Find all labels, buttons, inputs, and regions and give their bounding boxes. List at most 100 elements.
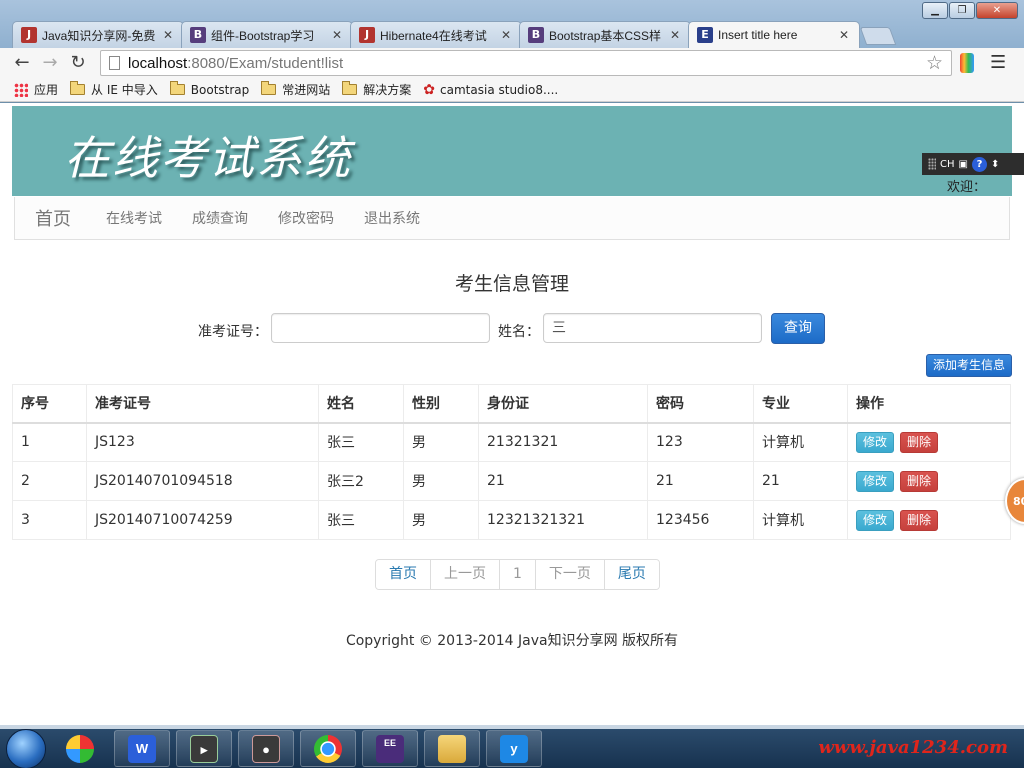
bookmark-label: 常进网站 xyxy=(282,83,331,97)
bootstrap-favicon-icon: B xyxy=(190,27,206,43)
tab-close-icon[interactable]: ✕ xyxy=(668,28,682,42)
tab-title: 组件-Bootstrap学习 xyxy=(211,28,315,43)
page-last[interactable]: 尾页 xyxy=(603,560,659,589)
drag-grip-icon[interactable] xyxy=(928,158,936,170)
exam-id-input[interactable] xyxy=(271,313,490,343)
taskbar-app[interactable]: ▸ xyxy=(176,730,232,767)
main-navbar: 首页 在线考试 成绩查询 修改密码 退出系统 xyxy=(14,197,1010,240)
edit-button[interactable]: 修改 xyxy=(856,431,894,453)
delete-button[interactable]: 删除 xyxy=(900,470,938,492)
tab-close-icon[interactable]: ✕ xyxy=(837,28,851,42)
cell-gender: 男 xyxy=(403,422,479,462)
folder-icon xyxy=(342,81,358,95)
student-table: 序号 准考证号 姓名 性别 身份证 密码 专业 操作 1 JS123 张三 男 … xyxy=(12,384,1011,540)
apps-grid-icon xyxy=(14,82,28,97)
taskbar-app[interactable] xyxy=(52,730,108,767)
tab-close-icon[interactable]: ✕ xyxy=(499,28,513,42)
bookmark-label: 从 IE 中导入 xyxy=(91,83,158,97)
browser-titlebar: ▁ ❐ ✕ J Java知识分享网-免费 ✕ B 组件-Bootstrap学习 … xyxy=(0,0,1024,48)
colorful-app-icon xyxy=(66,734,94,763)
address-bar[interactable]: localhost:8080/Exam/student!list ☆ xyxy=(100,50,952,76)
tab-close-icon[interactable]: ✕ xyxy=(161,28,175,42)
header-banner: 在线考试系统 欢迎： xyxy=(12,106,1012,196)
nav-home[interactable]: 首页 xyxy=(15,205,91,231)
cell-password: 123 xyxy=(647,422,754,462)
welcome-text: 欢迎： xyxy=(946,180,986,195)
delete-button[interactable]: 删除 xyxy=(900,509,938,531)
bookmark-label: camtasia studio8.... xyxy=(440,82,559,97)
minimize-button[interactable]: ▁ xyxy=(922,2,948,19)
tab-java-share[interactable]: J Java知识分享网-免费 ✕ xyxy=(12,21,184,48)
tab-bootstrap-components[interactable]: B 组件-Bootstrap学习 ✕ xyxy=(181,21,353,48)
tab-insert-title[interactable]: E Insert title here ✕ xyxy=(688,21,860,48)
cell-actions: 修改 删除 xyxy=(847,461,1011,501)
reload-icon[interactable]: ↻ xyxy=(64,51,92,75)
start-button-icon[interactable] xyxy=(6,728,46,768)
page-current[interactable]: 1 xyxy=(499,560,535,589)
add-student-button[interactable]: 添加考生信息 xyxy=(926,354,1012,377)
taskbar-app[interactable] xyxy=(424,730,480,767)
new-tab-button[interactable] xyxy=(859,27,897,45)
delete-button[interactable]: 删除 xyxy=(900,431,938,453)
close-window-button[interactable]: ✕ xyxy=(976,2,1018,19)
edit-button[interactable]: 修改 xyxy=(856,470,894,492)
explorer-folder-icon xyxy=(438,734,466,763)
bookmark-folder[interactable]: Bootstrap xyxy=(169,81,249,97)
name-input[interactable]: 三 xyxy=(543,313,762,343)
taskbar-app[interactable]: y xyxy=(486,730,542,767)
tab-hibernate[interactable]: J Hibernate4在线考试 ✕ xyxy=(350,21,522,48)
java-favicon-icon: J xyxy=(21,27,37,43)
col-gender: 性别 xyxy=(403,384,479,424)
help-icon[interactable]: ? xyxy=(971,156,987,172)
bookmark-folder[interactable]: 从 IE 中导入 xyxy=(70,81,158,98)
cell-password: 123456 xyxy=(647,500,754,540)
browser-toolbar: ← → ↻ localhost:8080/Exam/student!list ☆… xyxy=(0,48,1024,78)
cell-major: 21 xyxy=(753,461,848,501)
page-prev[interactable]: 上一页 xyxy=(430,560,499,589)
extension-icon[interactable] xyxy=(960,53,974,73)
cell-actions: 修改 删除 xyxy=(847,500,1011,540)
taskbar-app[interactable]: EE xyxy=(362,730,418,767)
cell-password: 21 xyxy=(647,461,754,501)
window-icon[interactable]: ▣ xyxy=(959,159,968,170)
floating-toolbar: CH ▣ ? ⬍ xyxy=(922,153,1024,175)
bookmark-apps[interactable]: 应用 xyxy=(14,81,58,98)
y-app-icon: y xyxy=(500,734,528,763)
search-form: 准考证号： 姓名： 三 查询 xyxy=(0,313,1024,345)
input-method-label[interactable]: CH xyxy=(940,159,955,170)
bookmark-star-icon[interactable]: ☆ xyxy=(926,52,943,75)
maximize-button[interactable]: ❐ xyxy=(949,2,975,19)
edit-button[interactable]: 修改 xyxy=(856,509,894,531)
cell-exam-id: JS20140710074259 xyxy=(86,500,319,540)
name-label: 姓名： xyxy=(498,324,540,340)
bookmark-camtasia[interactable]: ✿ camtasia studio8.... xyxy=(423,82,558,98)
taskbar-app[interactable]: W xyxy=(114,730,170,767)
terminal-icon: ▸ xyxy=(190,734,218,763)
bookmark-folder[interactable]: 解决方案 xyxy=(342,81,411,98)
bootstrap-favicon-icon: B xyxy=(528,27,544,43)
bookmark-label: 应用 xyxy=(34,83,59,97)
search-button[interactable]: 查询 xyxy=(771,313,825,344)
forward-arrow-icon[interactable]: → xyxy=(36,51,64,75)
back-arrow-icon[interactable]: ← xyxy=(8,51,36,75)
hamburger-menu-icon[interactable]: ☰ xyxy=(990,52,1006,73)
bookmark-label: 解决方案 xyxy=(363,83,412,97)
page-next[interactable]: 下一页 xyxy=(534,560,604,589)
window-controls: ▁ ❐ ✕ xyxy=(922,2,1018,19)
bookmark-folder[interactable]: 常进网站 xyxy=(261,81,330,98)
chevron-down-icon[interactable]: ⬍ xyxy=(991,159,999,170)
tab-bootstrap-css[interactable]: B Bootstrap基本CSS样 ✕ xyxy=(519,21,691,48)
cell-gender: 男 xyxy=(403,500,479,540)
page-first[interactable]: 首页 xyxy=(376,560,430,589)
camtasia-icon: ✿ xyxy=(423,81,436,98)
nav-logout[interactable]: 退出系统 xyxy=(349,208,435,228)
cell-actions: 修改 删除 xyxy=(847,422,1011,462)
tab-close-icon[interactable]: ✕ xyxy=(330,28,344,42)
nav-online-exam[interactable]: 在线考试 xyxy=(91,208,177,228)
taskbar-app[interactable] xyxy=(300,730,356,767)
taskbar-app[interactable]: ● xyxy=(238,730,294,767)
cell-gender: 男 xyxy=(403,461,479,501)
word-icon: W xyxy=(128,734,156,763)
nav-change-password[interactable]: 修改密码 xyxy=(263,208,349,228)
nav-score-query[interactable]: 成绩查询 xyxy=(177,208,263,228)
